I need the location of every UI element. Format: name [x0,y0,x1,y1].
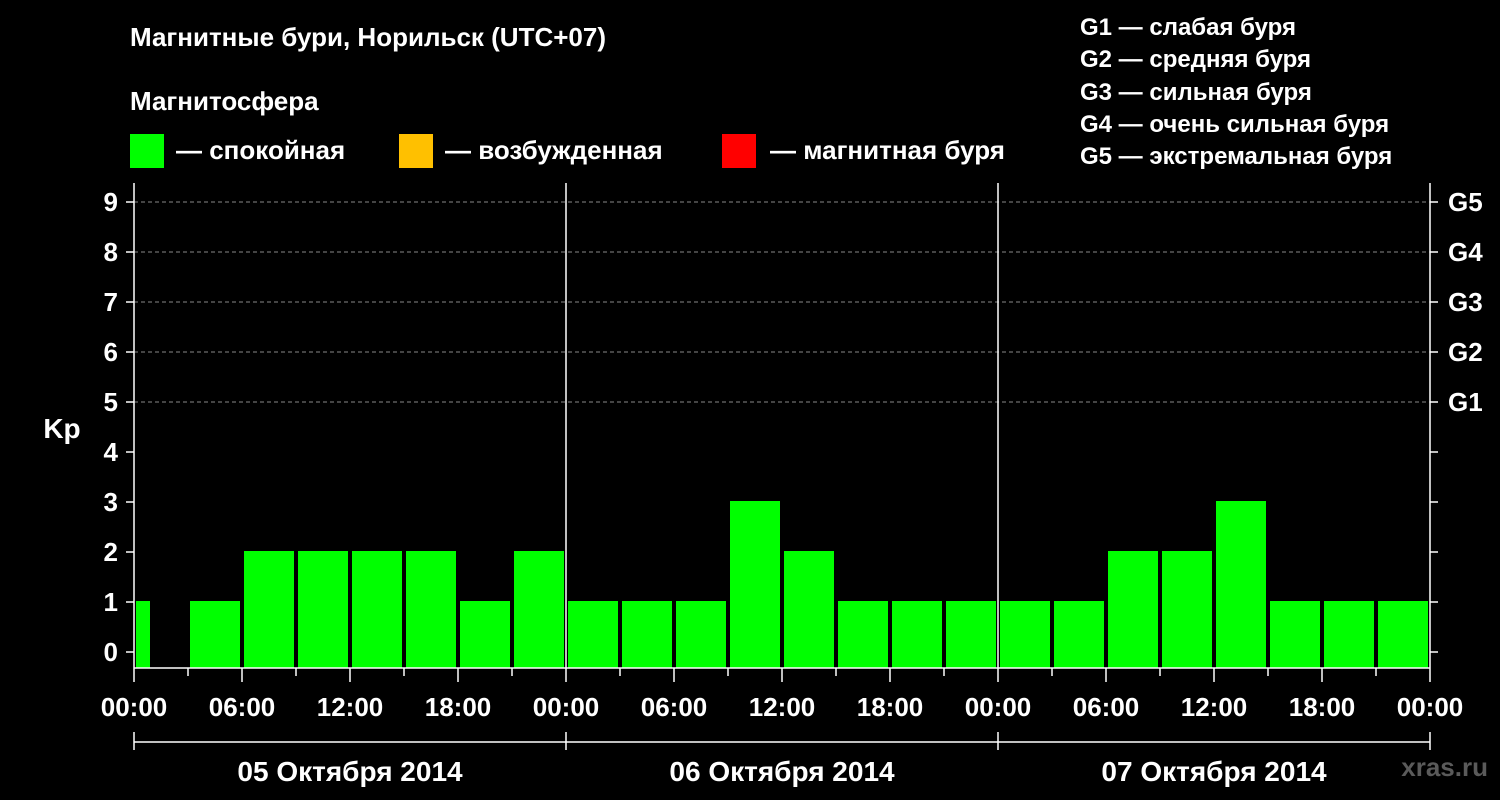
x-tick-label: 18:00 [1289,692,1356,722]
y-tick-label: 2 [104,537,118,567]
date-label: 07 Октября 2014 [1101,756,1327,787]
date-label: 05 Октября 2014 [237,756,463,787]
kp-bar [190,601,240,668]
y-tick-label: 0 [104,637,118,667]
g-level-label: G4 [1448,237,1483,267]
y-tick-label: 6 [104,337,118,367]
kp-bar [568,601,618,668]
g-level-label: G5 [1448,187,1483,217]
kp-bar [838,601,888,668]
kp-bar [406,551,456,668]
y-tick-label: 1 [104,587,118,617]
x-tick-label: 12:00 [749,692,816,722]
x-tick-label: 06:00 [1073,692,1140,722]
x-tick-label: 00:00 [533,692,600,722]
x-tick-label: 06:00 [641,692,708,722]
y-tick-label: 3 [104,487,118,517]
kp-bar [622,601,672,668]
g-level-label: G3 [1448,287,1483,317]
kp-bar [298,551,348,668]
x-tick-label: 06:00 [209,692,276,722]
y-tick-label: 9 [104,187,118,217]
x-tick-label: 00:00 [101,692,168,722]
kp-bar [1000,601,1050,668]
kp-bar [1378,601,1428,668]
kp-bar [1054,601,1104,668]
kp-bar [676,601,726,668]
kp-bar [1270,601,1320,668]
kp-bar [892,601,942,668]
kp-bar [244,551,294,668]
kp-bar [460,601,510,668]
kp-bar [1108,551,1158,668]
g-level-label: G2 [1448,337,1483,367]
kp-bar [730,501,780,668]
kp-bar-chart: 0 1 2 3 4 5 6 7 8 9 G1 G2 G3 G4 G5 Kp 00:00 06:00 12:00 18:… [43,183,1483,787]
kp-bar [784,551,834,668]
kp-bar [1324,601,1374,668]
kp-bar [1216,501,1266,668]
g-level-label: G1 [1448,387,1483,417]
kp-bar [352,551,402,668]
date-label: 06 Октября 2014 [669,756,895,787]
y-tick-label: 7 [104,287,118,317]
x-tick-label: 00:00 [1397,692,1464,722]
y-axis-label: Kp [43,413,80,444]
y-tick-label: 5 [104,387,118,417]
kp-bar [1162,551,1212,668]
x-tick-label: 12:00 [1181,692,1248,722]
x-tick-label: 18:00 [425,692,492,722]
x-tick-label: 18:00 [857,692,924,722]
x-tick-label: 12:00 [317,692,384,722]
y-tick-label: 8 [104,237,118,267]
kp-bar [136,601,150,668]
y-tick-label: 4 [104,437,119,467]
kp-bar [946,601,996,668]
kp-bar [514,551,564,668]
x-tick-label: 00:00 [965,692,1032,722]
watermark: xras.ru [1401,752,1488,782]
